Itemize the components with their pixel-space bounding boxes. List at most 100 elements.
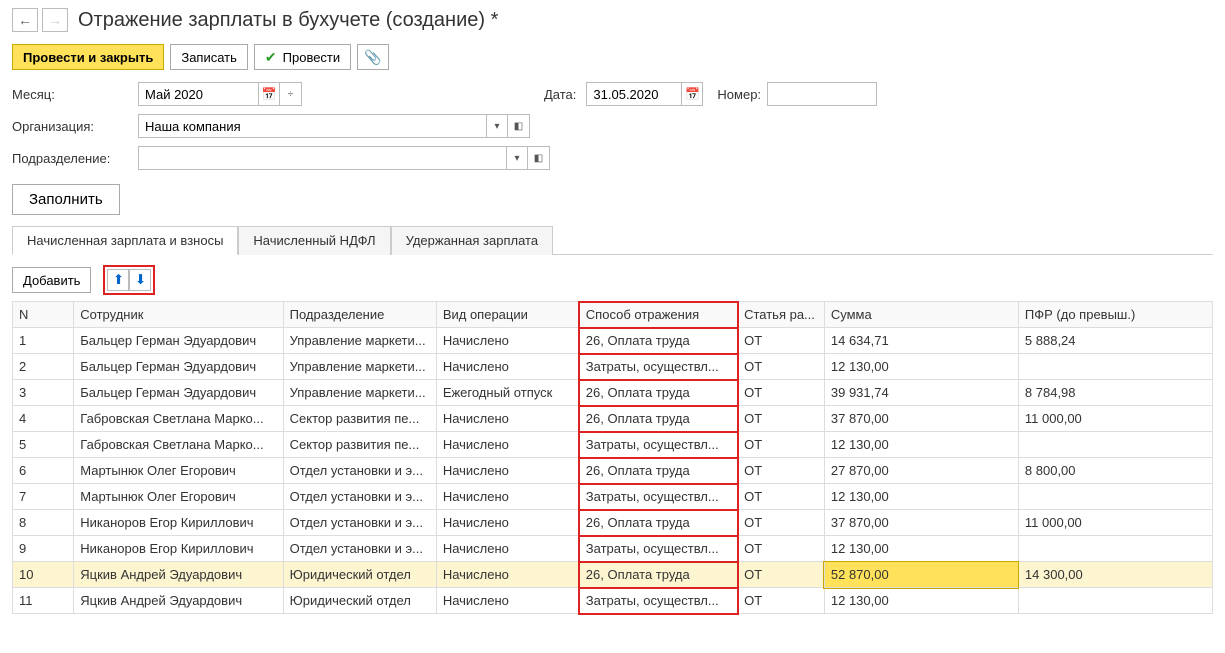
cell-operation[interactable]: Начислено bbox=[436, 432, 579, 458]
cell-operation[interactable]: Начислено bbox=[436, 484, 579, 510]
month-calendar-button[interactable]: 📅 bbox=[258, 82, 280, 106]
table-row[interactable]: 10Яцкив Андрей ЭдуардовичЮридический отд… bbox=[13, 562, 1213, 588]
cell-department[interactable]: Отдел установки и э... bbox=[283, 510, 436, 536]
cell-department[interactable]: Управление маркети... bbox=[283, 380, 436, 406]
cell-employee[interactable]: Габровская Светлана Марко... bbox=[74, 406, 283, 432]
cell-pfr[interactable]: 14 300,00 bbox=[1018, 562, 1212, 588]
cell-operation[interactable]: Начислено bbox=[436, 328, 579, 354]
cell-employee[interactable]: Бальцер Герман Эдуардович bbox=[74, 354, 283, 380]
cell-method[interactable]: 26, Оплата труда bbox=[579, 458, 737, 484]
cell-article[interactable]: ОТ bbox=[738, 562, 825, 588]
cell-pfr[interactable]: 5 888,24 bbox=[1018, 328, 1212, 354]
cell-sum[interactable]: 12 130,00 bbox=[824, 354, 1018, 380]
month-input[interactable] bbox=[138, 82, 258, 106]
cell-method[interactable]: 26, Оплата труда bbox=[579, 406, 737, 432]
cell-department[interactable]: Отдел установки и э... bbox=[283, 484, 436, 510]
table-row[interactable]: 2Бальцер Герман ЭдуардовичУправление мар… bbox=[13, 354, 1213, 380]
cell-article[interactable]: ОТ bbox=[738, 328, 825, 354]
cell-article[interactable]: ОТ bbox=[738, 588, 825, 614]
cell-pfr[interactable] bbox=[1018, 484, 1212, 510]
table-row[interactable]: 3Бальцер Герман ЭдуардовичУправление мар… bbox=[13, 380, 1213, 406]
move-down-button[interactable]: ⬇ bbox=[129, 269, 151, 291]
cell-n[interactable]: 10 bbox=[13, 562, 74, 588]
post-and-close-button[interactable]: Провести и закрыть bbox=[12, 44, 164, 70]
salary-grid[interactable]: N Сотрудник Подразделение Вид операции С… bbox=[12, 301, 1213, 614]
col-method[interactable]: Способ отражения bbox=[579, 302, 737, 328]
org-open-button[interactable]: ◧ bbox=[508, 114, 530, 138]
cell-pfr[interactable]: 8 800,00 bbox=[1018, 458, 1212, 484]
cell-pfr[interactable] bbox=[1018, 536, 1212, 562]
cell-operation[interactable]: Начислено bbox=[436, 354, 579, 380]
cell-method[interactable]: Затраты, осуществл... bbox=[579, 354, 737, 380]
table-row[interactable]: 7Мартынюк Олег ЕгоровичОтдел установки и… bbox=[13, 484, 1213, 510]
cell-method[interactable]: Затраты, осуществл... bbox=[579, 588, 737, 614]
forward-button[interactable]: → bbox=[42, 8, 68, 32]
tab-ndfl[interactable]: Начисленный НДФЛ bbox=[238, 226, 390, 255]
cell-department[interactable]: Управление маркети... bbox=[283, 354, 436, 380]
col-department[interactable]: Подразделение bbox=[283, 302, 436, 328]
cell-n[interactable]: 1 bbox=[13, 328, 74, 354]
cell-employee[interactable]: Яцкив Андрей Эдуардович bbox=[74, 588, 283, 614]
cell-employee[interactable]: Никаноров Егор Кириллович bbox=[74, 510, 283, 536]
cell-sum[interactable]: 27 870,00 bbox=[824, 458, 1018, 484]
cell-department[interactable]: Сектор развития пе... bbox=[283, 432, 436, 458]
cell-article[interactable]: ОТ bbox=[738, 406, 825, 432]
add-button[interactable]: Добавить bbox=[12, 267, 91, 293]
cell-operation[interactable]: Начислено bbox=[436, 536, 579, 562]
cell-employee[interactable]: Мартынюк Олег Егорович bbox=[74, 458, 283, 484]
col-n[interactable]: N bbox=[13, 302, 74, 328]
table-row[interactable]: 9Никаноров Егор КирилловичОтдел установк… bbox=[13, 536, 1213, 562]
tab-withheld[interactable]: Удержанная зарплата bbox=[391, 226, 553, 255]
cell-sum[interactable]: 12 130,00 bbox=[824, 536, 1018, 562]
cell-sum[interactable]: 14 634,71 bbox=[824, 328, 1018, 354]
fill-button[interactable]: Заполнить bbox=[12, 184, 120, 215]
cell-employee[interactable]: Мартынюк Олег Егорович bbox=[74, 484, 283, 510]
cell-department[interactable]: Управление маркети... bbox=[283, 328, 436, 354]
cell-operation[interactable]: Начислено bbox=[436, 510, 579, 536]
cell-operation[interactable]: Начислено bbox=[436, 458, 579, 484]
dep-open-button[interactable]: ◧ bbox=[528, 146, 550, 170]
cell-operation[interactable]: Начислено bbox=[436, 406, 579, 432]
cell-n[interactable]: 2 bbox=[13, 354, 74, 380]
cell-operation[interactable]: Начислено bbox=[436, 562, 579, 588]
tab-accrued-salary[interactable]: Начисленная зарплата и взносы bbox=[12, 226, 238, 255]
cell-article[interactable]: ОТ bbox=[738, 536, 825, 562]
cell-article[interactable]: ОТ bbox=[738, 484, 825, 510]
cell-sum[interactable]: 37 870,00 bbox=[824, 406, 1018, 432]
date-input[interactable] bbox=[586, 82, 681, 106]
cell-article[interactable]: ОТ bbox=[738, 458, 825, 484]
cell-pfr[interactable]: 8 784,98 bbox=[1018, 380, 1212, 406]
cell-pfr[interactable] bbox=[1018, 588, 1212, 614]
cell-department[interactable]: Отдел установки и э... bbox=[283, 536, 436, 562]
cell-sum[interactable]: 12 130,00 bbox=[824, 588, 1018, 614]
cell-pfr[interactable]: 11 000,00 bbox=[1018, 510, 1212, 536]
month-spinner[interactable]: ÷ bbox=[280, 82, 302, 106]
cell-method[interactable]: 26, Оплата труда bbox=[579, 380, 737, 406]
org-input[interactable] bbox=[138, 114, 486, 138]
col-sum[interactable]: Сумма bbox=[824, 302, 1018, 328]
cell-article[interactable]: ОТ bbox=[738, 354, 825, 380]
save-button[interactable]: Записать bbox=[170, 44, 248, 70]
cell-article[interactable]: ОТ bbox=[738, 380, 825, 406]
cell-method[interactable]: 26, Оплата труда bbox=[579, 510, 737, 536]
cell-operation[interactable]: Ежегодный отпуск bbox=[436, 380, 579, 406]
cell-method[interactable]: 26, Оплата труда bbox=[579, 328, 737, 354]
dep-input[interactable] bbox=[138, 146, 506, 170]
cell-operation[interactable]: Начислено bbox=[436, 588, 579, 614]
back-button[interactable]: ← bbox=[12, 8, 38, 32]
table-row[interactable]: 11Яцкив Андрей ЭдуардовичЮридический отд… bbox=[13, 588, 1213, 614]
cell-department[interactable]: Юридический отдел bbox=[283, 562, 436, 588]
cell-pfr[interactable]: 11 000,00 bbox=[1018, 406, 1212, 432]
table-row[interactable]: 4Габровская Светлана Марко...Сектор разв… bbox=[13, 406, 1213, 432]
col-operation[interactable]: Вид операции bbox=[436, 302, 579, 328]
cell-employee[interactable]: Бальцер Герман Эдуардович bbox=[74, 380, 283, 406]
cell-n[interactable]: 9 bbox=[13, 536, 74, 562]
cell-sum[interactable]: 52 870,00 bbox=[824, 562, 1018, 588]
dep-dropdown-button[interactable]: ▾ bbox=[506, 146, 528, 170]
cell-method[interactable]: 26, Оплата труда bbox=[579, 562, 737, 588]
cell-n[interactable]: 8 bbox=[13, 510, 74, 536]
cell-n[interactable]: 6 bbox=[13, 458, 74, 484]
cell-n[interactable]: 4 bbox=[13, 406, 74, 432]
cell-method[interactable]: Затраты, осуществл... bbox=[579, 484, 737, 510]
table-row[interactable]: 6Мартынюк Олег ЕгоровичОтдел установки и… bbox=[13, 458, 1213, 484]
